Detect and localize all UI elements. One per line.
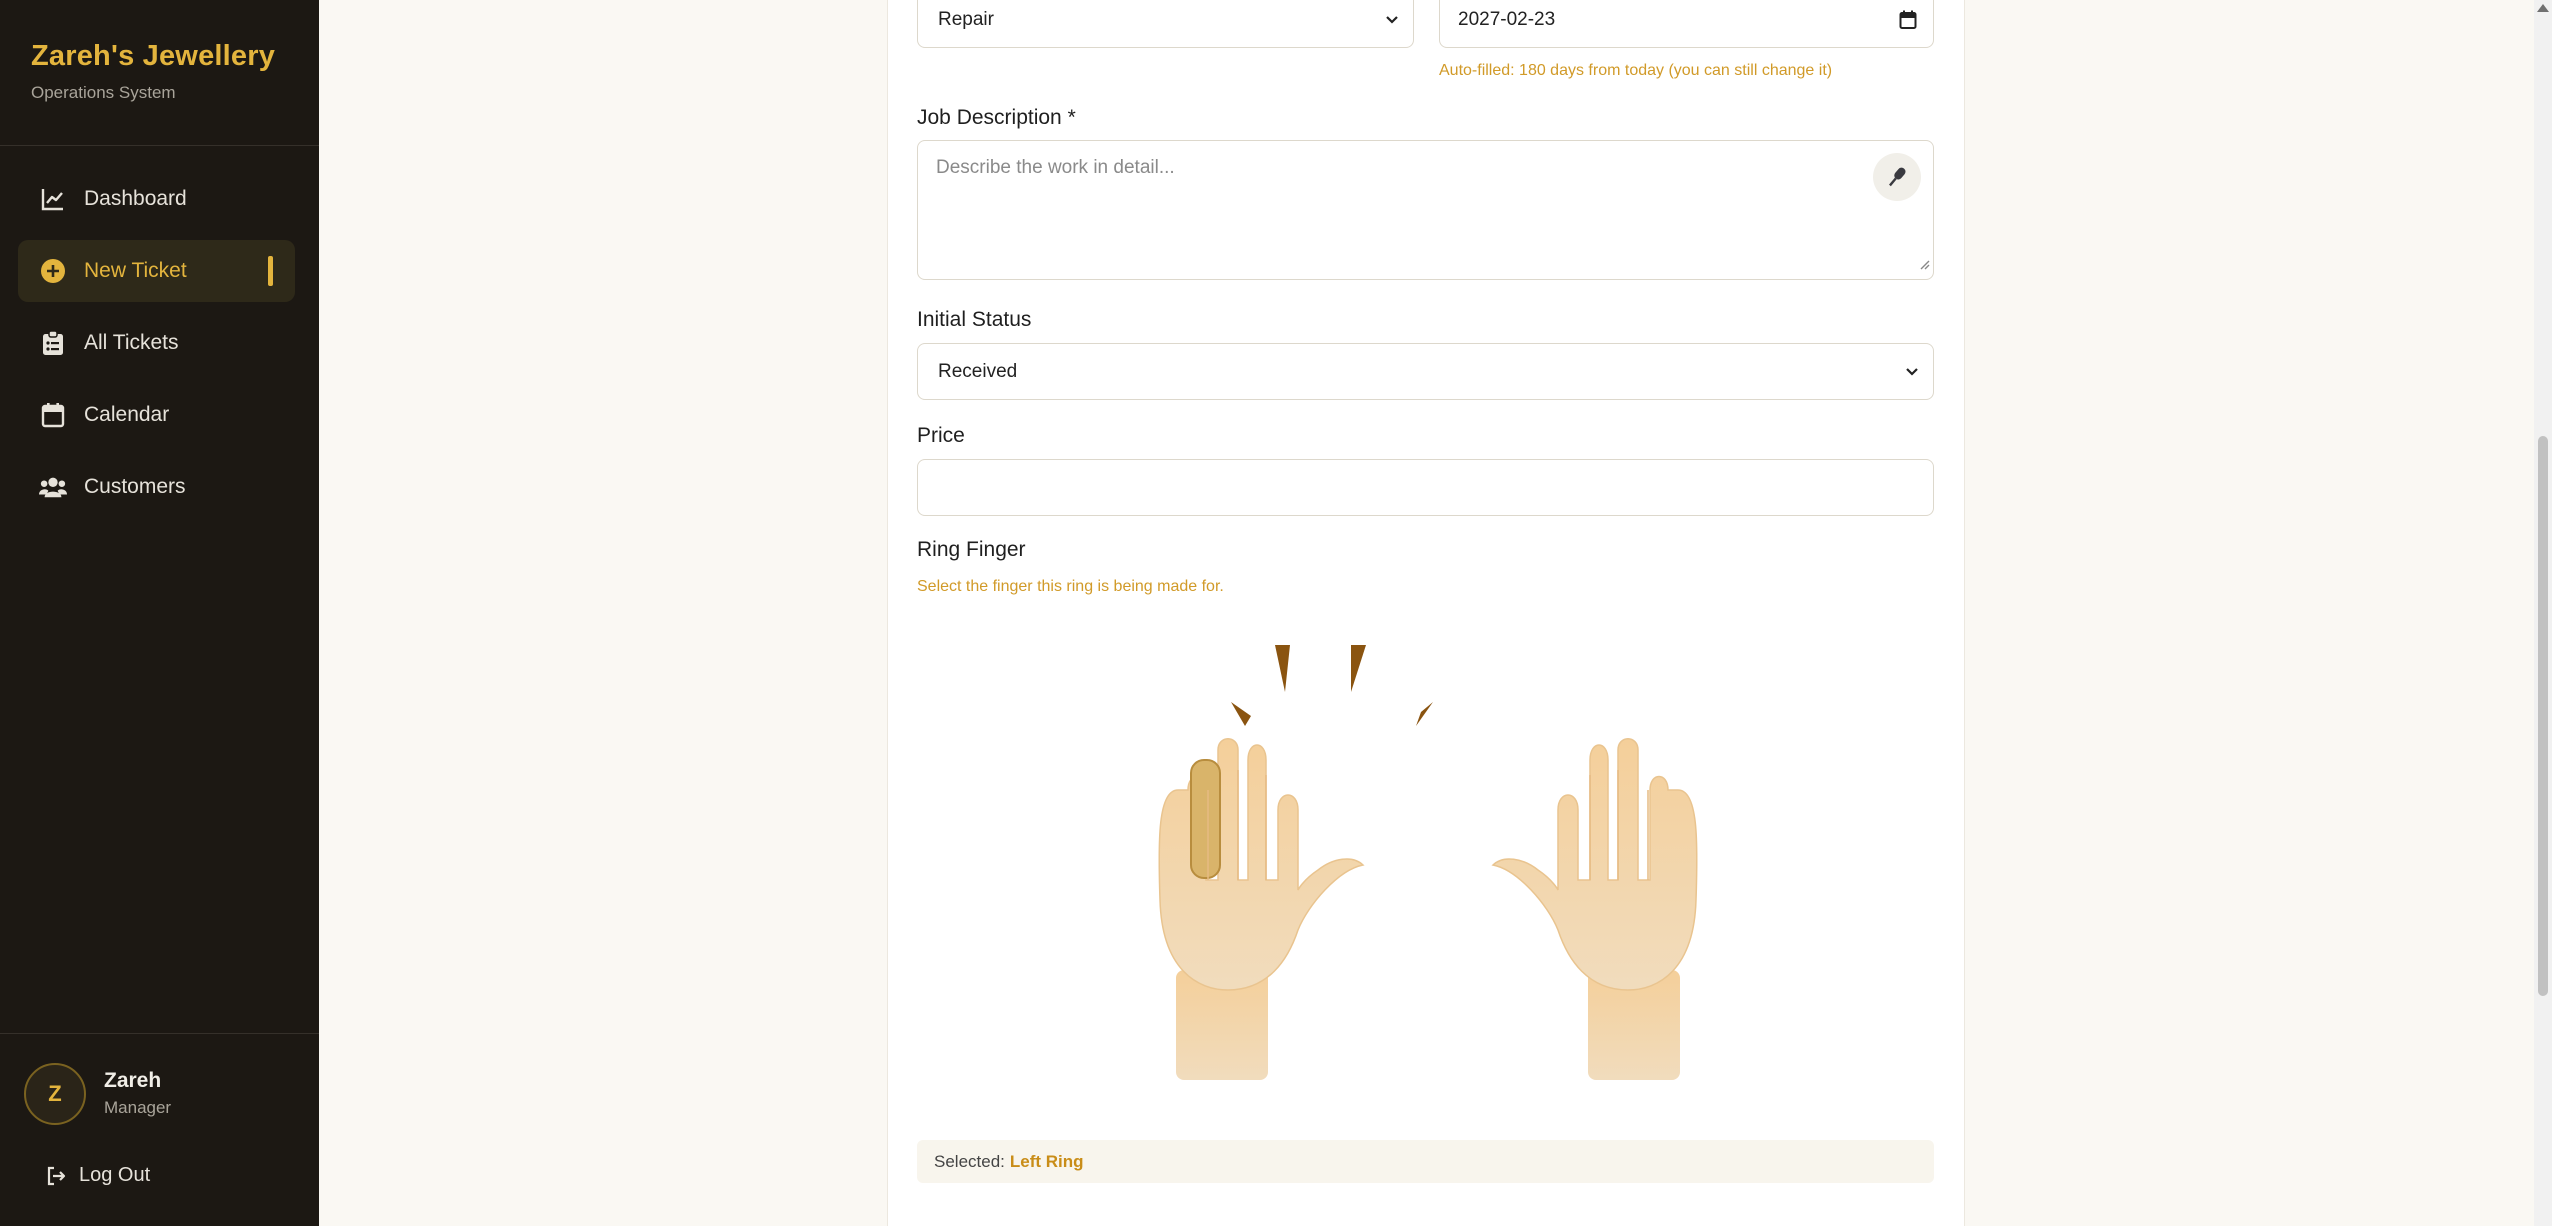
sidebar-item-label: New Ticket bbox=[84, 259, 187, 282]
brand-title: Zareh's Jewellery bbox=[31, 40, 276, 72]
sidebar-item-new-ticket[interactable]: New Ticket bbox=[18, 240, 295, 302]
scroll-up-arrow-icon[interactable] bbox=[2537, 4, 2549, 12]
resize-handle-icon[interactable] bbox=[1918, 254, 1930, 276]
job-type-value: Repair bbox=[938, 8, 994, 30]
selected-prefix: Selected: bbox=[934, 1151, 1005, 1171]
sidebar: Zareh's Jewellery Operations System Dash… bbox=[0, 0, 319, 1226]
ring-finger-selector bbox=[1158, 645, 1698, 1080]
due-date-input[interactable]: 2027-02-23 bbox=[1439, 0, 1934, 48]
calendar-picker-icon[interactable] bbox=[1899, 10, 1917, 36]
brand: Zareh's Jewellery Operations System bbox=[0, 0, 319, 146]
ring-finger-hint: Select the finger this ring is being mad… bbox=[917, 578, 1224, 595]
chart-line-icon bbox=[39, 185, 67, 213]
sidebar-item-customers[interactable]: Customers bbox=[18, 456, 295, 518]
job-description-placeholder: Describe the work in detail... bbox=[936, 157, 1175, 178]
sparkle-icon bbox=[1231, 702, 1251, 726]
due-date-value: 2027-02-23 bbox=[1458, 8, 1556, 30]
left-hand bbox=[1158, 738, 1365, 1080]
price-input[interactable] bbox=[917, 459, 1934, 516]
logout-label: Log Out bbox=[79, 1164, 151, 1186]
sparkle-icon bbox=[1351, 645, 1366, 692]
new-ticket-form: Repair 2027-02-23 Auto-filled: 180 days … bbox=[887, 0, 1965, 1226]
sidebar-item-calendar[interactable]: Calendar bbox=[18, 384, 295, 446]
finger-left-ring[interactable] bbox=[1190, 759, 1221, 879]
calendar-icon bbox=[39, 401, 67, 429]
brand-subtitle: Operations System bbox=[31, 83, 176, 102]
job-description-label: Job Description * bbox=[917, 106, 1076, 129]
sparkle-icon bbox=[1275, 645, 1290, 692]
microphone-icon bbox=[1889, 167, 1906, 187]
initial-status-value: Received bbox=[938, 360, 1018, 382]
sidebar-item-all-tickets[interactable]: All Tickets bbox=[18, 312, 295, 374]
avatar: Z bbox=[24, 1063, 86, 1125]
scrollbar-thumb[interactable] bbox=[2538, 436, 2548, 996]
clipboard-list-icon bbox=[39, 329, 67, 357]
plus-circle-icon bbox=[39, 257, 67, 285]
job-type-select[interactable]: Repair bbox=[917, 0, 1414, 48]
sidebar-item-label: All Tickets bbox=[84, 331, 179, 354]
logout-icon bbox=[45, 1165, 67, 1187]
user-name: Zareh bbox=[104, 1069, 162, 1092]
chevron-down-icon bbox=[1385, 9, 1399, 31]
chevron-down-icon bbox=[1905, 361, 1919, 383]
job-description-textarea[interactable]: Describe the work in detail... bbox=[917, 140, 1934, 280]
sparkle-icon bbox=[1416, 702, 1433, 726]
microphone-button[interactable] bbox=[1873, 153, 1921, 201]
price-label: Price bbox=[917, 424, 965, 447]
selected-finger-summary: Selected: Left Ring bbox=[917, 1140, 1934, 1183]
page-scrollbar[interactable] bbox=[2534, 0, 2552, 1226]
sidebar-nav: Dashboard New Ticket All Tickets Calenda… bbox=[18, 168, 295, 528]
sidebar-item-label: Dashboard bbox=[84, 187, 187, 210]
user-role: Manager bbox=[104, 1098, 172, 1117]
selected-finger-value: Left Ring bbox=[1009, 1151, 1084, 1171]
sidebar-item-dashboard[interactable]: Dashboard bbox=[18, 168, 295, 230]
initial-status-select[interactable]: Received bbox=[917, 343, 1934, 400]
ring-finger-label: Ring Finger bbox=[917, 538, 1026, 561]
right-hand bbox=[1491, 738, 1698, 1080]
sidebar-item-label: Customers bbox=[84, 475, 186, 498]
users-icon bbox=[39, 473, 67, 501]
sidebar-item-label: Calendar bbox=[84, 403, 170, 426]
initial-status-label: Initial Status bbox=[917, 308, 1032, 331]
logout-button[interactable]: Log Out bbox=[45, 1164, 150, 1187]
due-date-hint: Auto-filled: 180 days from today (you ca… bbox=[1439, 62, 1833, 79]
user-profile: Z Zareh Manager bbox=[0, 1033, 319, 1125]
